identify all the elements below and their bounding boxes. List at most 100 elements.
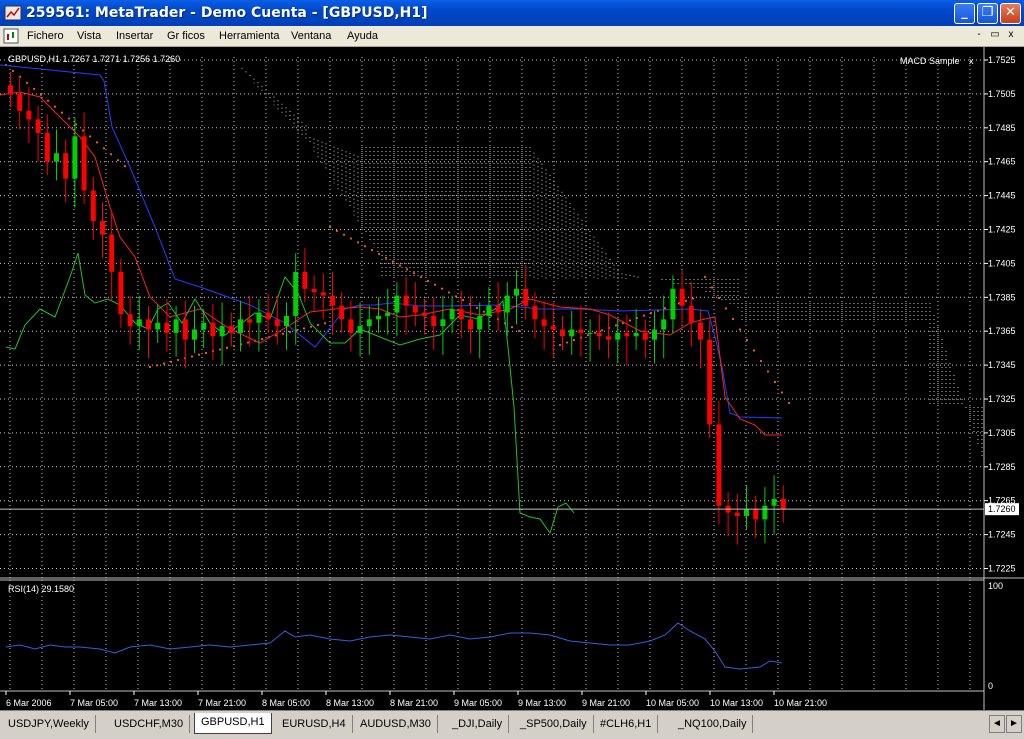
menu-ventana[interactable]: Ventana (291, 30, 331, 42)
time-tick-label: 8 Mar 13:00 (326, 698, 374, 708)
sar-dot (88, 135, 92, 138)
candle-body (35, 119, 41, 133)
tab-dji-daily[interactable]: _DJI,Daily (446, 715, 510, 733)
minimize-button[interactable]: _ (954, 3, 975, 24)
menu-vista[interactable]: Vista (77, 30, 101, 42)
price-tick-label: 1.7505 (988, 89, 1016, 99)
candle-body (118, 271, 124, 315)
sar-dot (204, 351, 208, 355)
sar-dot (593, 331, 597, 334)
sar-dot (731, 317, 735, 321)
tab-usdjpy-weekly[interactable]: USDJPY,Weekly (2, 715, 96, 733)
candlesticks[interactable] (8, 71, 786, 545)
candle-body (670, 288, 676, 320)
candle-body (541, 319, 547, 327)
sar-dot (370, 249, 374, 252)
candle-body (615, 332, 621, 340)
candle-body (109, 234, 115, 272)
candle-body (532, 305, 538, 320)
price-tick-label: 1.7405 (988, 258, 1016, 268)
sar-dot (232, 344, 236, 348)
menu-bar: Fichero Vista Insertar Gr ficos Herramie… (0, 26, 1024, 47)
tab-gbpusd-h1[interactable]: GBPUSD,H1 (194, 713, 272, 734)
sar-dot (572, 339, 576, 342)
candle-body (624, 332, 630, 337)
sar-dot (475, 306, 479, 309)
candle-body (707, 339, 713, 425)
sar-dot (342, 233, 346, 236)
sar-dot (691, 297, 695, 300)
menu-fichero[interactable]: Fichero (27, 30, 64, 42)
sar-dot (780, 391, 784, 394)
sar-dot (600, 329, 604, 332)
candle-body (210, 322, 216, 337)
candle-body (550, 326, 556, 330)
sar-dot (197, 353, 201, 356)
time-tick-label: 8 Mar 21:00 (390, 698, 438, 708)
price-tick-label: 1.7385 (988, 292, 1016, 302)
menu-graficos[interactable]: Gr ficos (167, 30, 205, 42)
candle-body (661, 319, 667, 330)
price-tick-label: 1.7325 (988, 394, 1016, 404)
sar-dot (384, 256, 388, 259)
candle-body (403, 295, 409, 306)
time-tick-label: 7 Mar 05:00 (70, 698, 118, 708)
chart-close-button[interactable]: x (1004, 28, 1018, 42)
menu-ayuda[interactable]: Ayuda (347, 30, 378, 42)
title-bar[interactable]: 259561: MetaTrader - Demo Cuenta - [GBPU… (0, 0, 1024, 26)
sar-dot (412, 272, 416, 275)
chart-window[interactable]: GBPUSD,H1 1.7267 1.7271 1.7256 1.7260 MA… (0, 47, 1024, 710)
candle-body (192, 329, 197, 340)
sar-dot (39, 93, 43, 96)
candle-body (486, 305, 492, 316)
restore-button[interactable]: ❐ (977, 3, 998, 24)
chart-restore-button[interactable]: ▭ (988, 28, 1002, 42)
rsi-line (5, 622, 783, 670)
candle-body (440, 319, 446, 327)
candle-body (219, 326, 225, 337)
candle-body (780, 499, 786, 510)
menu-insertar[interactable]: Insertar (116, 30, 153, 42)
tab-nq100-daily[interactable]: _NQ100,Daily (672, 715, 754, 733)
expert-close-icon[interactable]: x (969, 56, 974, 66)
sar-dot (60, 111, 64, 114)
candle-body (100, 221, 105, 235)
price-tick-label: 1.7345 (988, 360, 1016, 370)
candle-body (642, 332, 648, 340)
sar-dot (398, 264, 402, 267)
candle-body (688, 305, 694, 323)
tab-clh6-h1[interactable]: #CLH6,H1 (594, 715, 659, 733)
candle-body (201, 322, 207, 330)
sar-dot (316, 323, 320, 327)
metatrader-app-icon (4, 5, 22, 21)
sar-dot (67, 117, 71, 120)
candle-body (274, 319, 280, 327)
sar-dot (426, 279, 430, 282)
current-price-label: 1.7260 (988, 504, 1016, 514)
tab-audusd-m30[interactable]: AUDUSD,M30 (354, 715, 438, 733)
candle-body (17, 93, 23, 111)
tab-scroll-left-icon[interactable]: ◄ (989, 715, 1005, 733)
candle-body (587, 332, 593, 334)
candle-body (238, 319, 243, 333)
tab-sp500-daily[interactable]: _SP500,Daily (514, 715, 594, 733)
sar-dot (309, 325, 313, 328)
tab-eurusd-h4[interactable]: EURUSD,H4 (276, 715, 353, 733)
rsi-grid (9, 580, 971, 691)
chart-document-icon[interactable] (3, 28, 19, 44)
sar-dot (349, 237, 353, 240)
gbpusd-h1-chart[interactable]: GBPUSD,H1 1.7267 1.7271 1.7256 1.7260 MA… (0, 47, 1024, 710)
menu-herramienta[interactable]: Herramienta (219, 30, 280, 42)
close-button[interactable]: ✕ (1000, 3, 1021, 24)
sar-dot (335, 229, 339, 232)
sar-dot (148, 365, 152, 369)
sar-dot (328, 225, 332, 229)
candle-body (247, 319, 253, 323)
chart-minimize-button[interactable]: - (972, 28, 986, 42)
tab-usdchf-m30[interactable]: USDCHF,M30 (108, 715, 191, 733)
sar-dot (95, 141, 99, 144)
sar-dot (586, 334, 590, 337)
time-tick-label: 10 Mar 21:00 (774, 698, 827, 708)
tab-scroll-right-icon[interactable]: ► (1006, 715, 1022, 733)
rsi-label: RSI(14) 29.1580 (8, 584, 74, 594)
